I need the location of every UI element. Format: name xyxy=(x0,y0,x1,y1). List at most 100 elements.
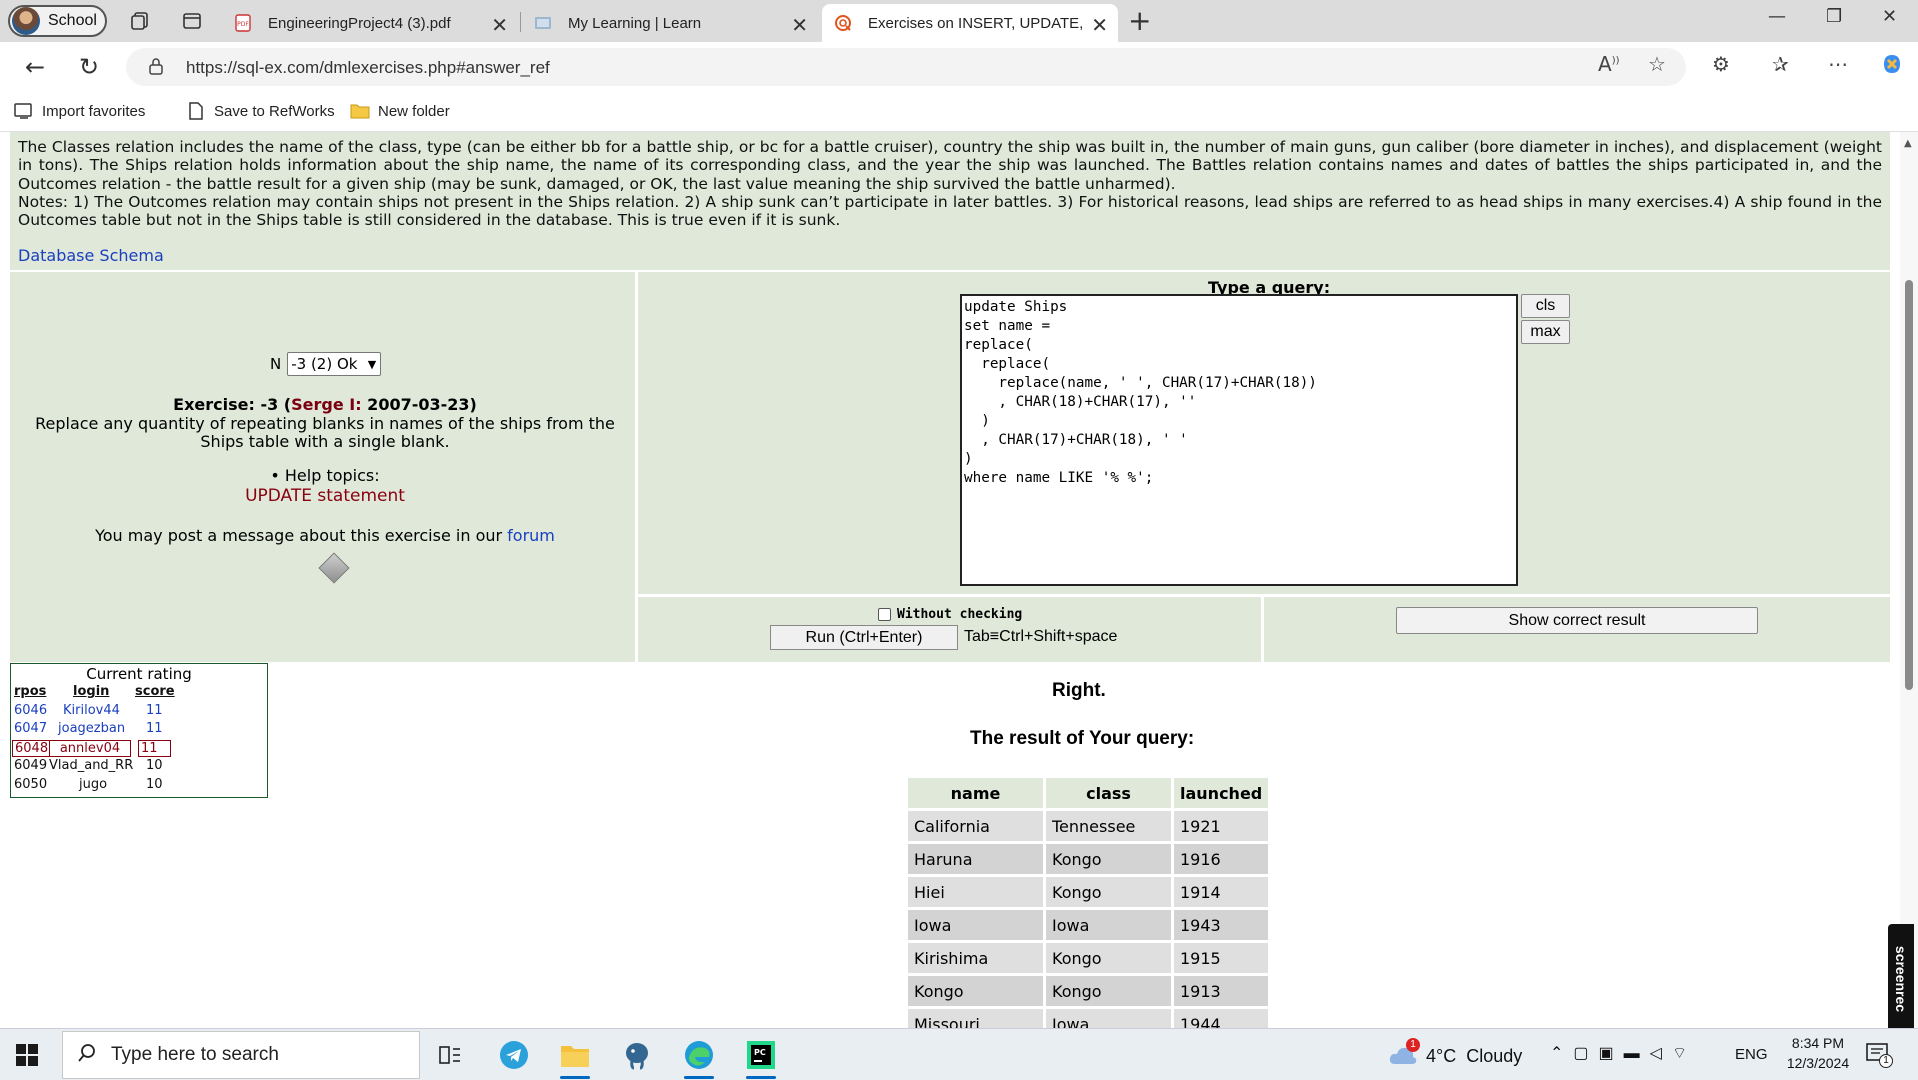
database-schema-link[interactable]: Database Schema xyxy=(18,246,164,265)
restore-button[interactable]: ❐ xyxy=(1826,6,1842,27)
exercise-block: Exercise: -3 (Serge I: 2007-03-23) Repla… xyxy=(20,395,630,452)
rating-rpos: 6048 xyxy=(12,739,52,757)
rating-score: 10 xyxy=(146,758,163,773)
tab-exercises[interactable]: Exercises on INSERT, UPDATE, DEI ✕ xyxy=(822,4,1118,42)
result-table: name class launched California Tennessee 1… xyxy=(905,775,1271,1028)
current-rating-box: Current rating rpos login score 6046 Kir… xyxy=(10,663,268,798)
save-to-refworks-link[interactable]: Save to RefWorks xyxy=(186,102,335,120)
postgresql-icon[interactable] xyxy=(620,1038,654,1072)
rpos-header[interactable]: rpos xyxy=(14,684,46,699)
clock[interactable]: 8:34 PM 12/3/2024 xyxy=(1786,1035,1850,1071)
scrollbar-thumb[interactable] xyxy=(1905,280,1913,690)
edge-browser-icon[interactable] xyxy=(682,1038,716,1079)
rating-row-current-user[interactable]: 6048 annlev04 11 xyxy=(11,739,267,758)
notification-icon[interactable]: 1 xyxy=(1866,1043,1893,1070)
exercise-panel: N -3 (2) Ok ▼ Exercise: -3 (Serge I: 200… xyxy=(10,272,635,662)
close-icon[interactable]: ✕ xyxy=(791,13,808,38)
read-aloud-icon[interactable]: A)) xyxy=(1598,52,1620,76)
new-tab-button[interactable]: + xyxy=(1128,4,1151,37)
tab-my-learning[interactable]: My Learning | Learn ✕ xyxy=(522,4,818,42)
fav-label: New folder xyxy=(378,102,450,120)
table-row: Kirishima Kongo 1915 xyxy=(908,943,1269,973)
table-row: Kongo Kongo 1913 xyxy=(908,976,1269,1006)
refresh-button[interactable]: ↻ xyxy=(74,52,104,82)
show-result-panel: Show correct result xyxy=(1264,597,1890,662)
close-icon[interactable]: ✕ xyxy=(491,13,508,38)
language-indicator[interactable]: ENG xyxy=(1735,1046,1768,1063)
login-header[interactable]: login xyxy=(73,684,109,699)
diamond-icon[interactable] xyxy=(318,552,350,584)
windows-start-icon[interactable] xyxy=(16,1044,38,1066)
exercise-selector-row: N -3 (2) Ok ▼ xyxy=(270,352,382,376)
cls-button[interactable]: cls xyxy=(1521,294,1570,318)
taskbar-search-input[interactable]: Type here to search xyxy=(62,1031,420,1079)
pycharm-icon[interactable]: PC xyxy=(744,1038,778,1079)
system-tray-icons[interactable]: ⌃▢▣▬◁⌔ xyxy=(1550,1043,1700,1063)
rating-row[interactable]: 6050 jugo 10 xyxy=(11,776,267,795)
rating-score: 11 xyxy=(146,721,163,736)
new-folder-link[interactable]: New folder xyxy=(350,102,450,120)
tab-actions-icon[interactable] xyxy=(180,9,204,33)
back-button[interactable]: ← xyxy=(20,52,50,82)
svg-text:PDF: PDF xyxy=(237,21,249,28)
more-options-icon[interactable]: ⋯ xyxy=(1828,52,1848,76)
table-row: California Tennessee 1921 xyxy=(908,811,1269,841)
tab-label: EngineeringProject4 (3).pdf xyxy=(268,14,451,32)
search-icon xyxy=(77,1043,97,1067)
favorites-icon[interactable]: ✰ xyxy=(1772,52,1789,76)
run-button[interactable]: Run (Ctrl+Enter) xyxy=(770,625,958,650)
cell-name: California xyxy=(908,811,1043,841)
task-view-icon[interactable] xyxy=(433,1038,467,1072)
table-row: Hiei Kongo 1914 xyxy=(908,877,1269,907)
scroll-up-icon[interactable]: ▲ xyxy=(1904,138,1912,149)
forum-text: You may post a message about this exerci… xyxy=(95,526,508,545)
svg-text:PC: PC xyxy=(754,1048,766,1057)
cell-launched: 1913 xyxy=(1174,976,1269,1006)
url-field[interactable]: https://sql-ex.com/dmlexercises.php#answ… xyxy=(126,48,1686,86)
cell-class: Kongo xyxy=(1046,976,1171,1006)
workspaces-icon[interactable] xyxy=(128,9,152,33)
rating-row[interactable]: 6046 Kirilov44 11 xyxy=(11,702,267,721)
rating-row[interactable]: 6049 Vlad_and_RR 10 xyxy=(11,757,267,776)
help-topics: • Help topics: UPDATE statement xyxy=(20,466,630,506)
clock-time: 8:34 PM xyxy=(1791,1035,1845,1051)
forum-link[interactable]: forum xyxy=(507,526,555,545)
page-scrollbar[interactable]: ▲ xyxy=(1900,132,1918,1028)
column-header-launched: launched xyxy=(1174,778,1269,808)
max-button[interactable]: max xyxy=(1521,320,1570,344)
minimize-button[interactable]: — xyxy=(1768,6,1786,27)
notes-text: Notes: 1) The Outcomes relation may cont… xyxy=(18,192,1882,230)
score-header[interactable]: score xyxy=(135,684,175,699)
lock-icon[interactable] xyxy=(148,57,164,79)
tab-engineering-pdf[interactable]: PDF EngineeringProject4 (3).pdf ✕ xyxy=(222,4,518,42)
exercise-select[interactable]: -3 (2) Ok ▼ xyxy=(287,352,382,376)
rating-row[interactable]: 6047 joagezban 11 xyxy=(11,720,267,739)
query-textarea[interactable]: update Ships set name = replace( replace… xyxy=(960,294,1518,586)
cell-launched: 1921 xyxy=(1174,811,1269,841)
import-favorites-link[interactable]: Import favorites xyxy=(14,102,145,120)
file-explorer-icon[interactable] xyxy=(558,1038,592,1079)
close-window-button[interactable]: ✕ xyxy=(1882,6,1897,27)
copilot-icon[interactable] xyxy=(1880,52,1904,81)
notification-count: 1 xyxy=(1879,1054,1893,1068)
close-icon[interactable]: ✕ xyxy=(1091,13,1108,38)
cell-class: Kongo xyxy=(1046,877,1171,907)
without-checking-label: Without checking xyxy=(897,607,1023,622)
without-checking-checkbox[interactable] xyxy=(878,608,891,621)
table-row: Iowa Iowa 1943 xyxy=(908,910,1269,940)
url-text: https://sql-ex.com/dmlexercises.php#answ… xyxy=(186,58,550,77)
screenrec-label: screenrec xyxy=(1893,945,1910,1013)
rating-login: joagezban xyxy=(58,721,126,736)
rating-score: 11 xyxy=(138,739,171,757)
favorites-bar: Import favorites Save to RefWorks New fo… xyxy=(0,92,1918,132)
screenrec-overlay[interactable]: screenrec xyxy=(1888,924,1914,1034)
rating-login: Kirilov44 xyxy=(63,702,120,718)
favorite-star-icon[interactable]: ☆ xyxy=(1648,52,1666,76)
show-correct-result-button[interactable]: Show correct result xyxy=(1396,607,1758,634)
task-description: The Classes relation includes the name o… xyxy=(10,132,1890,270)
telegram-icon[interactable] xyxy=(497,1038,531,1072)
help-topic-link[interactable]: UPDATE statement xyxy=(20,486,630,506)
exercise-author: Serge I: xyxy=(291,395,362,414)
profile-button[interactable]: School xyxy=(8,5,107,37)
extensions-icon[interactable]: ⚙ xyxy=(1712,52,1730,76)
